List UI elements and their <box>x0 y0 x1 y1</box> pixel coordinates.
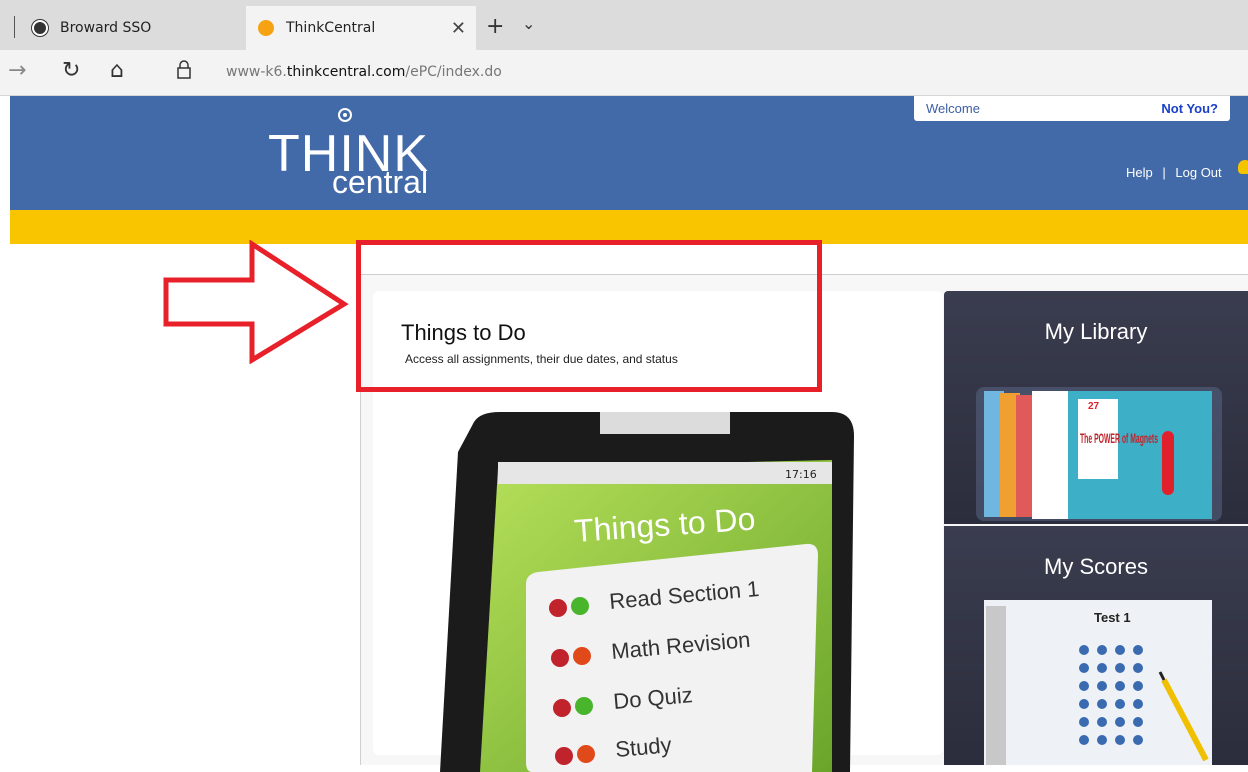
logo-central-text: central <box>332 164 429 200</box>
book-title: The POWER of Magnets <box>1080 430 1158 446</box>
welcome-box: Welcome Not You? <box>914 96 1230 121</box>
my-scores-tile[interactable]: My Scores Test 1 <box>944 526 1248 765</box>
url-field[interactable]: www-k6.thinkcentral.com/ePC/index.do <box>226 64 502 80</box>
scores-test-sheet-illustration: Test 1 <box>984 600 1212 765</box>
tab-title: Broward SSO <box>60 20 152 36</box>
my-library-tile[interactable]: My Library 27 The POWER of Magnets <box>944 291 1248 524</box>
refresh-icon[interactable]: ↻ <box>62 58 80 83</box>
tab-thinkcentral[interactable]: ThinkCentral ✕ <box>246 6 476 50</box>
browser-tab-strip: Broward SSO ThinkCentral ✕ + ⌄ <box>0 0 1248 50</box>
link-separator: | <box>1162 165 1166 180</box>
things-to-do-tablet-illustration[interactable]: 17:16 Things to Do Read Section 1 Math R… <box>440 412 860 772</box>
tablet-item-label: Study <box>614 732 672 762</box>
book-page-number: 27 <box>1088 401 1100 412</box>
tablet-time: 17:16 <box>785 468 817 481</box>
close-tab-icon[interactable]: ✕ <box>451 18 466 39</box>
welcome-label: Welcome <box>926 101 980 116</box>
scores-test-title: Test 1 <box>1094 610 1131 625</box>
new-tab-icon[interactable]: + <box>486 14 504 39</box>
home-icon[interactable]: ⌂ <box>110 58 124 83</box>
header-links: Help | Log Out <box>1126 165 1222 180</box>
my-scores-title: My Scores <box>1044 554 1148 579</box>
tab-title: ThinkCentral <box>286 20 376 36</box>
accent-bar <box>10 210 1248 244</box>
url-prefix: www-k6. <box>226 64 287 80</box>
url-path: /ePC/index.do <box>405 64 502 80</box>
orange-dot-icon <box>258 20 274 36</box>
tab-menu-chevron-icon[interactable]: ⌄ <box>522 14 535 33</box>
lock-icon <box>176 60 192 85</box>
tablet-clip <box>600 412 730 434</box>
logout-link[interactable]: Log Out <box>1175 165 1221 180</box>
tablet-status-bar <box>498 462 832 484</box>
forward-icon[interactable]: → <box>8 58 26 83</box>
logo-ring-icon <box>338 108 352 122</box>
annotation-highlight-box <box>356 240 822 392</box>
tab-broward-sso[interactable]: Broward SSO <box>22 6 246 50</box>
annotation-arrow-icon <box>163 240 349 364</box>
help-link[interactable]: Help <box>1126 165 1153 180</box>
my-library-title: My Library <box>1044 319 1148 344</box>
url-host: thinkcentral.com <box>286 64 406 80</box>
not-you-link[interactable]: Not You? <box>1161 101 1218 116</box>
address-bar: → ↻ ⌂ www-k6.thinkcentral.com/ePC/index.… <box>0 50 1248 96</box>
broward-logo-icon <box>32 20 48 36</box>
tab-divider <box>14 16 15 38</box>
thinkcentral-logo[interactable]: THINK central <box>268 106 468 206</box>
library-books-illustration: 27 The POWER of Magnets <box>976 387 1222 521</box>
user-icon[interactable] <box>1238 160 1248 180</box>
